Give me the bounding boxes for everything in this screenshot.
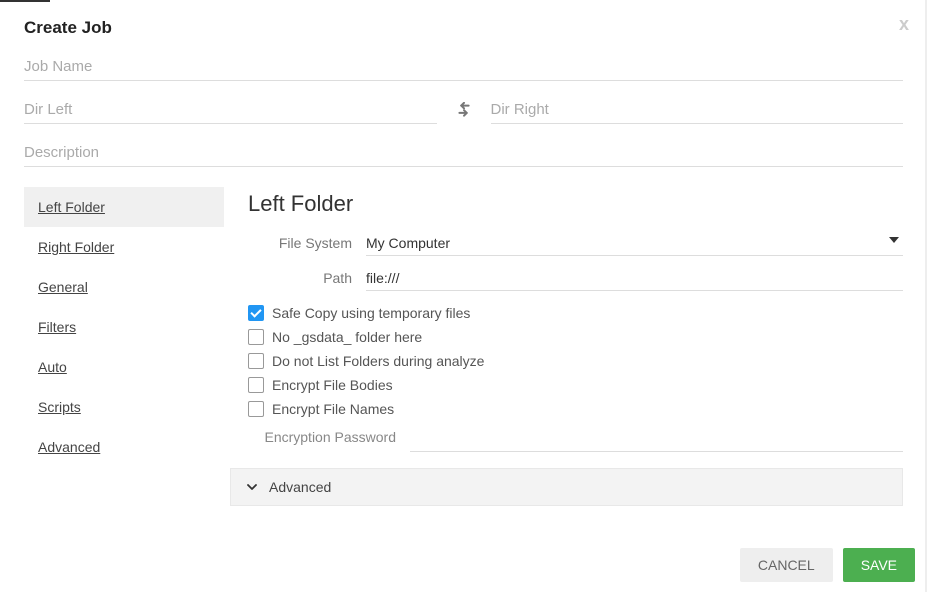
- path-field-wrap: [366, 270, 903, 291]
- dir-right-field-wrap: [491, 101, 904, 124]
- sidebar: Left Folder Right Folder General Filters…: [24, 187, 224, 506]
- description-input[interactable]: [24, 144, 903, 161]
- file-system-value: My Computer: [366, 235, 903, 251]
- cancel-button[interactable]: CANCEL: [740, 548, 833, 582]
- checkbox-encrypt-names[interactable]: [248, 401, 264, 417]
- dropdown-caret-icon: [889, 237, 899, 243]
- options-checklist: Safe Copy using temporary files No _gsda…: [248, 305, 903, 417]
- check-no-list-folders: Do not List Folders during analyze: [248, 353, 903, 369]
- dir-left-field-wrap: [24, 101, 437, 124]
- encryption-password-label: Encryption Password: [248, 429, 410, 445]
- sidebar-item-filters[interactable]: Filters: [24, 307, 224, 347]
- check-safe-copy: Safe Copy using temporary files: [248, 305, 903, 321]
- check-label: Encrypt File Names: [272, 401, 394, 417]
- sidebar-item-right-folder[interactable]: Right Folder: [24, 227, 224, 267]
- check-encrypt-bodies: Encrypt File Bodies: [248, 377, 903, 393]
- left-folder-panel: Left Folder File System My Computer Path…: [248, 187, 903, 506]
- description-field-wrap: [24, 144, 903, 167]
- sidebar-item-advanced[interactable]: Advanced: [24, 427, 224, 467]
- path-input[interactable]: [366, 270, 903, 286]
- checkbox-safe-copy[interactable]: [248, 305, 264, 321]
- save-button[interactable]: SAVE: [843, 548, 915, 582]
- sidebar-item-auto[interactable]: Auto: [24, 347, 224, 387]
- chevron-down-icon: [245, 480, 259, 494]
- check-label: Safe Copy using temporary files: [272, 305, 470, 321]
- advanced-label: Advanced: [269, 479, 331, 495]
- advanced-expander[interactable]: Advanced: [230, 468, 903, 506]
- sidebar-item-scripts[interactable]: Scripts: [24, 387, 224, 427]
- checkbox-encrypt-bodies[interactable]: [248, 377, 264, 393]
- file-system-select[interactable]: My Computer: [366, 235, 903, 256]
- check-label: Encrypt File Bodies: [272, 377, 393, 393]
- check-no-gsdata: No _gsdata_ folder here: [248, 329, 903, 345]
- panel-title: Left Folder: [248, 191, 903, 217]
- job-name-field-wrap: [24, 58, 903, 81]
- dialog-title: Create Job: [24, 18, 903, 38]
- encryption-password-input[interactable]: [410, 429, 903, 445]
- checkbox-no-gsdata[interactable]: [248, 329, 264, 345]
- sidebar-item-left-folder[interactable]: Left Folder: [24, 187, 224, 227]
- dialog-footer: CANCEL SAVE: [740, 548, 915, 582]
- check-label: No _gsdata_ folder here: [272, 329, 422, 345]
- file-system-label: File System: [248, 235, 366, 251]
- job-name-input[interactable]: [24, 58, 903, 75]
- checkbox-no-list-folders[interactable]: [248, 353, 264, 369]
- dir-left-input[interactable]: [24, 101, 437, 118]
- swap-arrows-icon[interactable]: [453, 102, 475, 124]
- dir-right-input[interactable]: [491, 101, 904, 118]
- encryption-password-field-wrap: [410, 429, 903, 452]
- path-label: Path: [248, 270, 366, 286]
- create-job-dialog: x Create Job Left Folder Rig: [0, 0, 927, 592]
- sidebar-item-general[interactable]: General: [24, 267, 224, 307]
- close-icon[interactable]: x: [899, 14, 909, 35]
- check-label: Do not List Folders during analyze: [272, 353, 484, 369]
- check-encrypt-names: Encrypt File Names: [248, 401, 903, 417]
